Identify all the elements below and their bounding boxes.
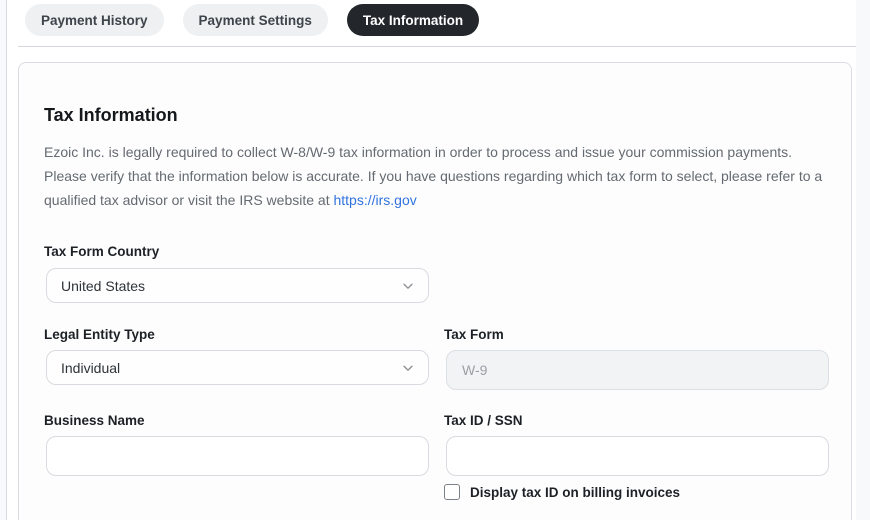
business-name-input[interactable] (46, 436, 429, 476)
tab-bar-divider (18, 46, 856, 47)
legal-entity-type-select[interactable]: Individual (46, 350, 429, 385)
tax-id-ssn-label: Tax ID / SSN (444, 413, 523, 428)
tax-form-country-label: Tax Form Country (44, 244, 160, 259)
legal-entity-type-label: Legal Entity Type (44, 327, 155, 342)
tab-payment-history[interactable]: Payment History (25, 4, 164, 36)
chevron-down-icon (401, 279, 415, 293)
tax-form-input (446, 350, 829, 390)
legal-entity-type-value: Individual (61, 359, 121, 376)
tax-id-ssn-input[interactable] (446, 436, 829, 476)
page-title: Tax Information (44, 105, 178, 125)
tab-bar: Payment History Payment Settings Tax Inf… (25, 4, 480, 36)
business-name-label: Business Name (44, 413, 145, 428)
tab-payment-settings[interactable]: Payment Settings (182, 4, 328, 36)
tax-info-description: Ezoic Inc. is legally required to collec… (44, 140, 836, 212)
tab-tax-information[interactable]: Tax Information (346, 4, 480, 36)
chevron-down-icon (401, 361, 415, 375)
display-tax-id-checkbox-label: Display tax ID on billing invoices (470, 484, 681, 500)
tax-form-label: Tax Form (444, 327, 504, 342)
tax-info-description-text: Ezoic Inc. is legally required to collec… (44, 144, 823, 208)
display-tax-id-row: Display tax ID on billing invoices (444, 484, 680, 500)
tax-form-country-select[interactable]: United States (46, 268, 429, 303)
tax-form-country-value: United States (61, 277, 146, 294)
display-tax-id-checkbox[interactable] (444, 484, 460, 500)
irs-website-link[interactable]: https://irs.gov (333, 192, 416, 208)
